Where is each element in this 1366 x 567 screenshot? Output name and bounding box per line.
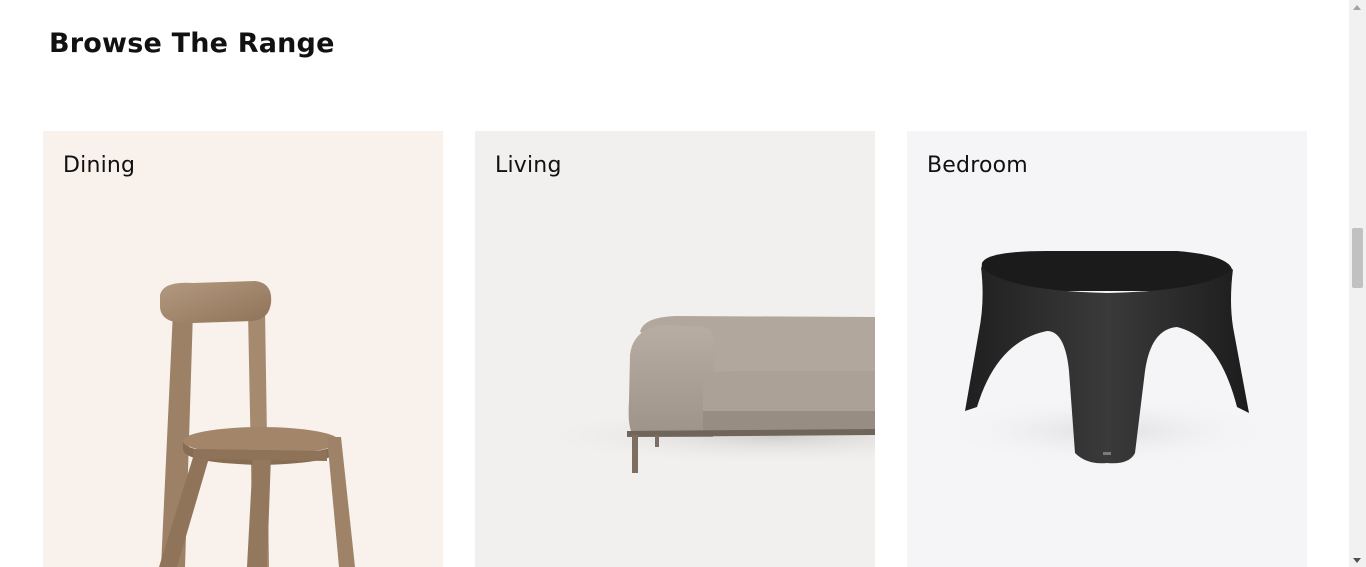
sofa-image xyxy=(525,316,875,473)
category-label: Dining xyxy=(63,153,136,178)
page-scrollbar[interactable] xyxy=(1349,0,1366,567)
category-card-living[interactable]: Living xyxy=(475,131,875,567)
browse-range-section: Browse The Range Dining Living Bedroom xyxy=(0,0,1366,567)
section-title: Browse The Range xyxy=(49,28,335,59)
wooden-chair-image xyxy=(159,281,355,567)
category-card-dining[interactable]: Dining xyxy=(43,131,443,567)
scrollbar-thumb[interactable] xyxy=(1352,228,1363,288)
category-label: Bedroom xyxy=(927,153,1028,178)
scroll-up-arrow-icon[interactable] xyxy=(1353,5,1361,10)
category-card-bedroom[interactable]: Bedroom xyxy=(907,131,1307,567)
category-label: Living xyxy=(495,153,562,178)
black-side-table-image xyxy=(937,251,1277,466)
scroll-down-arrow-icon[interactable] xyxy=(1353,558,1361,563)
